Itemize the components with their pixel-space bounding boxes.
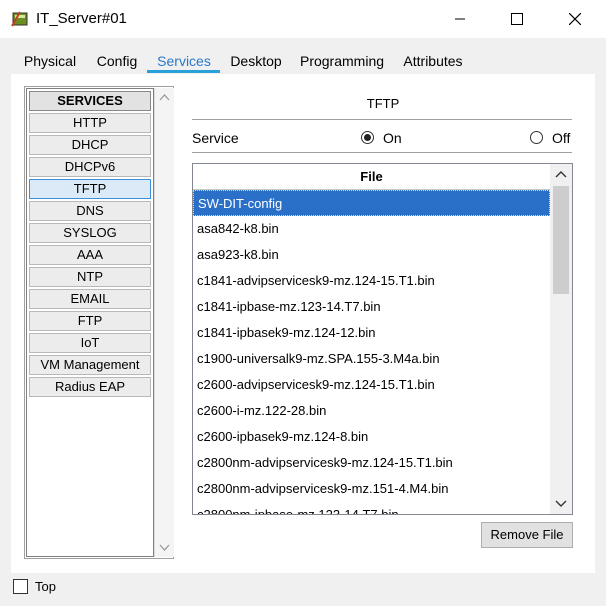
app-icon [11,11,28,27]
sidebar-item-iot[interactable]: IoT [29,333,151,353]
service-label: Service [192,130,239,146]
file-row[interactable]: c1841-advipservicesk9-mz.124-15.T1.bin [193,268,550,294]
file-row[interactable]: asa842-k8.bin [193,216,550,242]
tab-attributes[interactable]: Attributes [394,48,472,74]
maximize-icon [511,13,523,25]
file-row[interactable]: asa923-k8.bin [193,242,550,268]
sidebar-item-dhcpv6[interactable]: DHCPv6 [29,157,151,177]
service-off-radio[interactable] [530,131,543,144]
active-tab-indicator [147,70,220,73]
close-button[interactable] [552,0,598,38]
scroll-down-icon[interactable] [555,497,567,509]
sidebar-item-aaa[interactable]: AAA [29,245,151,265]
sidebar-item-dhcp[interactable]: DHCP [29,135,151,155]
minimize-button[interactable] [437,0,483,38]
sidebar-scrollbar[interactable] [154,88,174,557]
file-row[interactable]: c2800nm-advipservicesk9-mz.151-4.M4.bin [193,476,550,502]
services-sidebar: SERVICES HTTP DHCP DHCPv6 TFTP DNS SYSLO… [24,86,174,559]
remove-file-button[interactable]: Remove File [481,522,573,548]
minimize-icon [455,18,465,20]
scroll-up-icon[interactable] [555,169,567,181]
tab-programming[interactable]: Programming [294,48,390,74]
sidebar-item-ftp[interactable]: FTP [29,311,151,331]
file-column-header[interactable]: File [193,164,550,190]
file-row[interactable]: c1841-ipbase-mz.123-14.T7.bin [193,294,550,320]
service-off-label[interactable]: Off [552,130,570,146]
sidebar-item-tftp[interactable]: TFTP [29,179,151,199]
scroll-down-icon[interactable] [159,542,170,553]
scroll-up-icon[interactable] [159,92,170,103]
tab-desktop[interactable]: Desktop [222,48,290,74]
file-row[interactable]: c1900-universalk9-mz.SPA.155-3.M4a.bin [193,346,550,372]
panel-title: TFTP [366,96,400,111]
file-row[interactable]: c2600-i-mz.122-28.bin [193,398,550,424]
services-header: SERVICES [29,91,151,111]
file-row[interactable]: c1841-ipbasek9-mz.124-12.bin [193,320,550,346]
top-checkbox[interactable] [13,579,28,594]
file-row[interactable]: c2600-advipservicesk9-mz.124-15.T1.bin [193,372,550,398]
services-list: SERVICES HTTP DHCP DHCPv6 TFTP DNS SYSLO… [26,88,154,557]
service-on-label[interactable]: On [383,130,402,146]
service-on-radio[interactable] [361,131,374,144]
sidebar-item-vm-management[interactable]: VM Management [29,355,151,375]
tab-config[interactable]: Config [88,48,146,74]
sidebar-item-email[interactable]: EMAIL [29,289,151,309]
tab-bar: Physical Config Services Desktop Program… [12,48,592,74]
file-row[interactable]: c2800nm-ipbase-mz.123-14.T7.bin [193,502,550,514]
window-title: IT_Server#01 [36,10,127,27]
file-list[interactable]: File SW-DIT-config asa842-k8.bin asa923-… [192,163,573,515]
file-row[interactable]: c2600-ipbasek9-mz.124-8.bin [193,424,550,450]
title-bar: IT_Server#01 [0,0,606,38]
top-label[interactable]: Top [35,579,56,594]
scrollbar-thumb[interactable] [553,186,569,294]
radio-selected-dot [364,134,371,141]
divider [192,152,572,153]
sidebar-item-dns[interactable]: DNS [29,201,151,221]
maximize-button[interactable] [494,0,540,38]
sidebar-item-radius-eap[interactable]: Radius EAP [29,377,151,397]
file-row[interactable]: SW-DIT-config [193,190,550,216]
tab-physical[interactable]: Physical [12,48,88,74]
sidebar-item-http[interactable]: HTTP [29,113,151,133]
sidebar-item-ntp[interactable]: NTP [29,267,151,287]
divider [192,119,572,120]
close-icon [569,13,581,25]
sidebar-item-syslog[interactable]: SYSLOG [29,223,151,243]
file-list-scrollbar[interactable] [550,164,572,514]
file-row[interactable]: c2800nm-advipservicesk9-mz.124-15.T1.bin [193,450,550,476]
